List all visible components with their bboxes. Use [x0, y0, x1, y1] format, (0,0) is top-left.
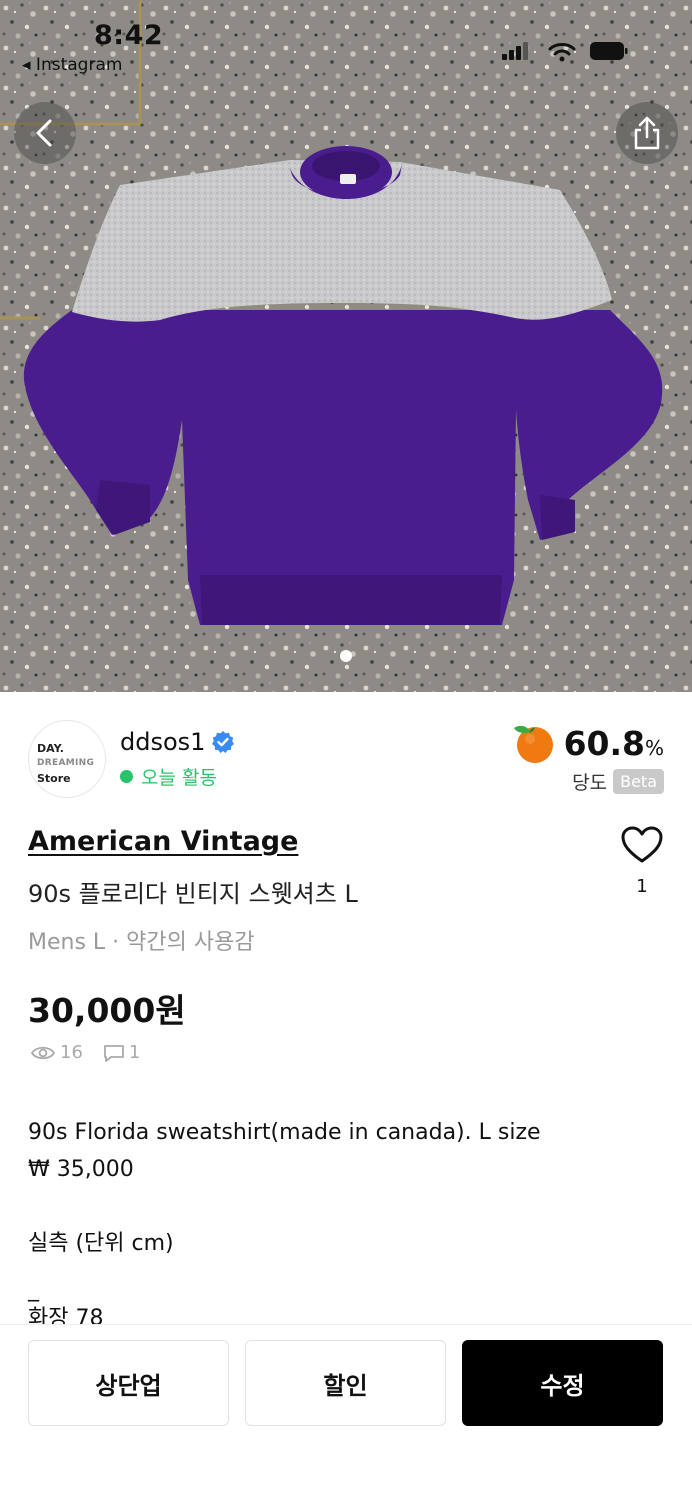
avatar[interactable]: DAY. DREAMING Store: [28, 720, 106, 798]
seller-name[interactable]: ddsos1: [120, 728, 205, 756]
score-value: 60.8%: [563, 723, 664, 763]
orange-fruit-icon: [513, 725, 553, 763]
wifi-icon: [548, 43, 576, 62]
brand-link[interactable]: American Vintage: [28, 826, 298, 857]
status-time: 8:42: [94, 20, 164, 51]
eye-icon: [30, 1046, 56, 1059]
product-description: 90s Florida sweatshirt(made in canada). …: [28, 1114, 668, 1337]
heart-icon: [621, 826, 663, 863]
like-button[interactable]: 1: [618, 826, 666, 897]
description-line: ₩ 35,000: [28, 1157, 134, 1182]
product-meta: Mens L · 약간의 사용감: [28, 930, 255, 955]
back-to-app-link[interactable]: ◂ Instagram: [22, 55, 122, 75]
discount-button[interactable]: 할인: [245, 1340, 446, 1426]
back-button[interactable]: [14, 102, 76, 164]
battery-icon: [590, 42, 628, 60]
description-line: 실측 (단위 cm): [28, 1231, 174, 1256]
comment-count: 1: [128, 1042, 141, 1063]
description-line: 90s Florida sweatshirt(made in canada). …: [28, 1120, 541, 1145]
score-label: 당도: [572, 772, 608, 794]
activity-status: 오늘 활동: [120, 763, 217, 790]
comment-icon: [104, 1044, 124, 1062]
online-dot-icon: [120, 770, 133, 783]
bump-button[interactable]: 상단업: [28, 1340, 229, 1426]
status-icons: [498, 40, 628, 68]
avatar-logo: DAY. DREAMING Store: [37, 742, 95, 785]
chevron-left-icon: [36, 119, 52, 147]
activity-text: 오늘 활동: [141, 767, 217, 789]
edit-button[interactable]: 수정: [462, 1340, 663, 1426]
view-count: 16: [60, 1042, 83, 1063]
seller-name-row: ddsos1: [120, 728, 235, 756]
carousel-dot-active: [340, 650, 352, 662]
signal-icon: [502, 42, 528, 60]
status-bar: 8:42 ◂ Instagram: [0, 0, 692, 90]
bottom-action-bar: 상단업 할인 수정: [0, 1324, 692, 1500]
share-button[interactable]: [616, 102, 678, 164]
share-icon: [634, 116, 660, 150]
description-line: _: [28, 1277, 39, 1302]
verified-badge-icon: [212, 731, 235, 753]
product-photo: [0, 0, 692, 692]
like-count: 1: [636, 876, 648, 897]
price: 30,000원: [28, 991, 186, 1030]
beta-badge: Beta: [613, 769, 664, 794]
product-stats: 16 1: [30, 1042, 140, 1063]
product-image-carousel[interactable]: 8:42 ◂ Instagram: [0, 0, 692, 692]
carousel-indicator: [0, 650, 692, 662]
seller-info[interactable]: DAY. DREAMING Store ddsos1 오늘 활동 60.8% 당…: [28, 720, 664, 800]
product-title: 90s 플로리다 빈티지 스웻셔츠 L: [28, 880, 358, 908]
